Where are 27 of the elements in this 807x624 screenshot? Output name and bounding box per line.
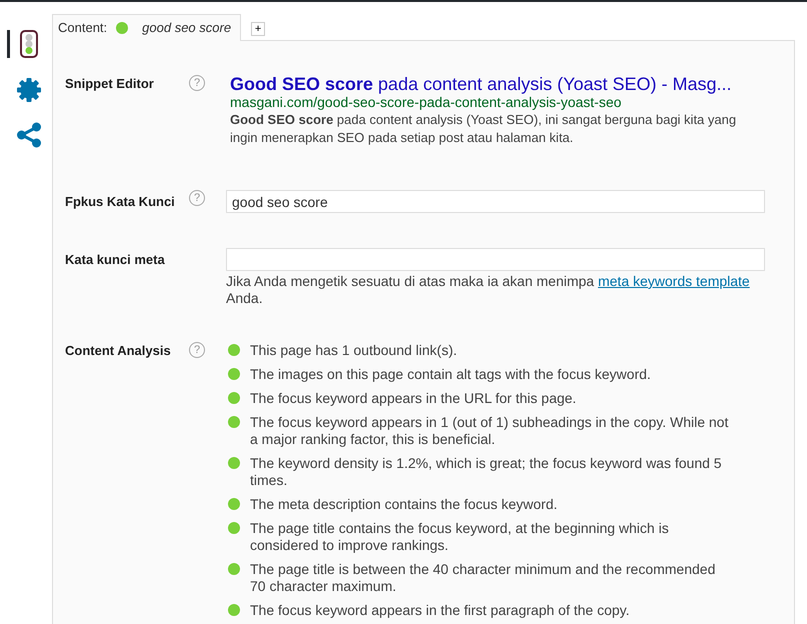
analysis-result: The focus keyword appears in the first paragraph of the copy. — [250, 602, 631, 619]
input-field[interactable] — [226, 248, 765, 271]
analysis-result: The images on this page contain alt tags with the focus keyword. — [250, 366, 652, 383]
analysis-result: The page title is between the 40 character minimum and the recommended 70 character maximum. — [250, 561, 716, 595]
tab-keyword: good seo score — [142, 20, 232, 35]
analysis-result: The page title contains the focus keyword, at the beginning which is considered to improve rankings. — [250, 520, 670, 554]
tab-label: Content: — [58, 20, 108, 35]
analysis-result: This page has 1 outbound link(s). — [250, 342, 458, 359]
field-label: Fpkus Kata Kunci — [65, 193, 176, 211]
analysis-result: The focus keyword appears in the URL for this page. — [250, 390, 578, 407]
add-tab-button[interactable]: + — [251, 22, 266, 36]
traffic-light-icon — [20, 30, 38, 58]
snippet-url: masgani.com/good-seo-score-pada-content-analysis-yoast-seo — [230, 94, 622, 111]
input-field[interactable]: good seo score — [226, 190, 765, 213]
analysis-result: The meta description contains the focus keyword. — [250, 496, 558, 513]
snippet-description: Good SEO score pada content analysis (Yoast SEO), ini sangat berguna bagi kita yang ingin menerapkan SEO pada setiap post atau halaman kita. — [230, 111, 738, 147]
content-tab[interactable]: Content: good seo score — [52, 14, 242, 41]
analysis-result: The keyword density is 1.2%, which is great; the focus keyword was found 5 times. — [250, 455, 723, 489]
help-text: Jika Anda mengetik sesuatu di atas maka ia akan menimpa meta keywords template Anda. — [226, 273, 751, 307]
field-label: Kata kunci meta — [65, 251, 166, 269]
settings-icon — [16, 78, 40, 102]
field-label: Snippet Editor — [65, 75, 155, 93]
analysis-result: The focus keyword appears in 1 (out of 1) subheadings in the copy. While not a major ranking factor, this is beneficial. — [250, 414, 730, 448]
field-label: Content Analysis — [65, 342, 172, 360]
share-icon — [16, 122, 42, 148]
template-link[interactable]: meta keywords template — [598, 273, 750, 289]
snippet-title[interactable]: Good SEO score pada content analysis (Yoast SEO) - Masg... — [230, 75, 752, 94]
